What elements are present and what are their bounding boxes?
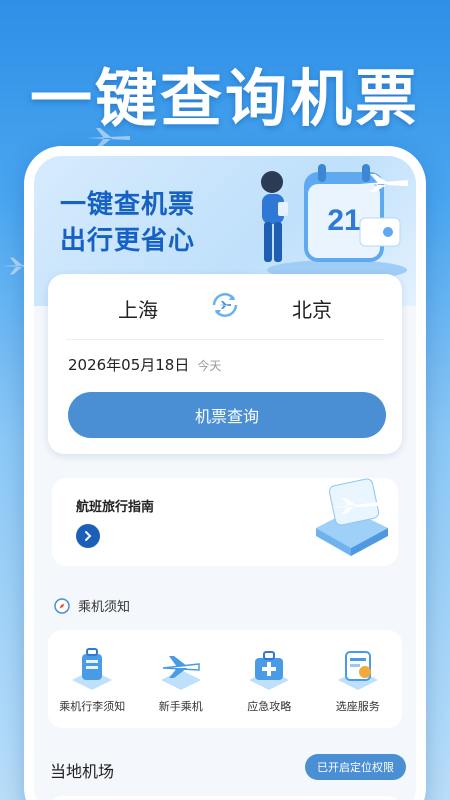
flight-guide-card[interactable]: 航班旅行指南	[52, 478, 398, 566]
departure-date: 2026年05月18日	[68, 356, 190, 374]
guide-title: 航班旅行指南	[76, 500, 155, 515]
notice-item-beginner[interactable]: 新手乘机	[137, 630, 226, 728]
notice-section-header: 乘机须知	[54, 596, 130, 615]
search-flights-button[interactable]: 机票查询	[68, 392, 386, 438]
location-permission-badge[interactable]: 已开启定位权限	[305, 754, 406, 780]
first-aid-kit-icon	[249, 651, 290, 690]
airport-list-card[interactable]	[48, 796, 402, 800]
swap-cities-button[interactable]	[208, 288, 242, 322]
date-tag: 今天	[197, 359, 222, 373]
notice-label: 选座服务	[335, 700, 380, 713]
luggage-icon	[72, 648, 113, 690]
notice-label: 应急攻略	[247, 700, 292, 713]
banner-title-line2: 出行更省心	[60, 226, 196, 256]
chevron-right-icon	[85, 531, 92, 541]
app-screen: 一键查机票 出行更省心 21 上海 北京 2026年05月18日 今天 机票查询…	[34, 156, 416, 800]
seat-ticket-icon	[337, 651, 378, 690]
flight-search-card: 上海 北京 2026年05月18日 今天 机票查询	[48, 274, 402, 454]
calendar-number: 21	[327, 204, 360, 237]
swap-airplane-icon	[212, 293, 238, 317]
compass-icon	[54, 597, 70, 614]
notice-item-seat[interactable]: 选座服务	[314, 630, 403, 728]
phone-frame: 一键查机票 出行更省心 21 上海 北京 2026年05月18日 今天 机票查询…	[24, 146, 426, 800]
banner-title-line1: 一键查机票	[60, 190, 196, 220]
notice-label: 新手乘机	[158, 700, 203, 713]
date-selector[interactable]: 2026年05月18日 今天	[68, 354, 221, 375]
divider	[66, 339, 384, 340]
notice-label: 乘机行李须知	[59, 700, 126, 713]
notice-title: 乘机须知	[78, 600, 131, 615]
notice-grid: 乘机行李须知 新手乘机 应急攻略 选座服务	[48, 630, 402, 728]
departure-city[interactable]: 上海	[118, 294, 158, 323]
airplane-icon	[160, 656, 201, 690]
notice-item-luggage[interactable]: 乘机行李须知	[48, 630, 137, 728]
calendar-illustration-icon: 21	[261, 164, 408, 280]
headline: 一键查询机票	[29, 62, 420, 135]
boarding-pass-illustration-icon	[316, 478, 388, 556]
local-airport-title: 当地机场	[50, 762, 115, 781]
notice-item-emergency[interactable]: 应急攻略	[225, 630, 314, 728]
guide-arrow-button[interactable]	[76, 524, 100, 548]
arrival-city[interactable]: 北京	[292, 294, 332, 323]
